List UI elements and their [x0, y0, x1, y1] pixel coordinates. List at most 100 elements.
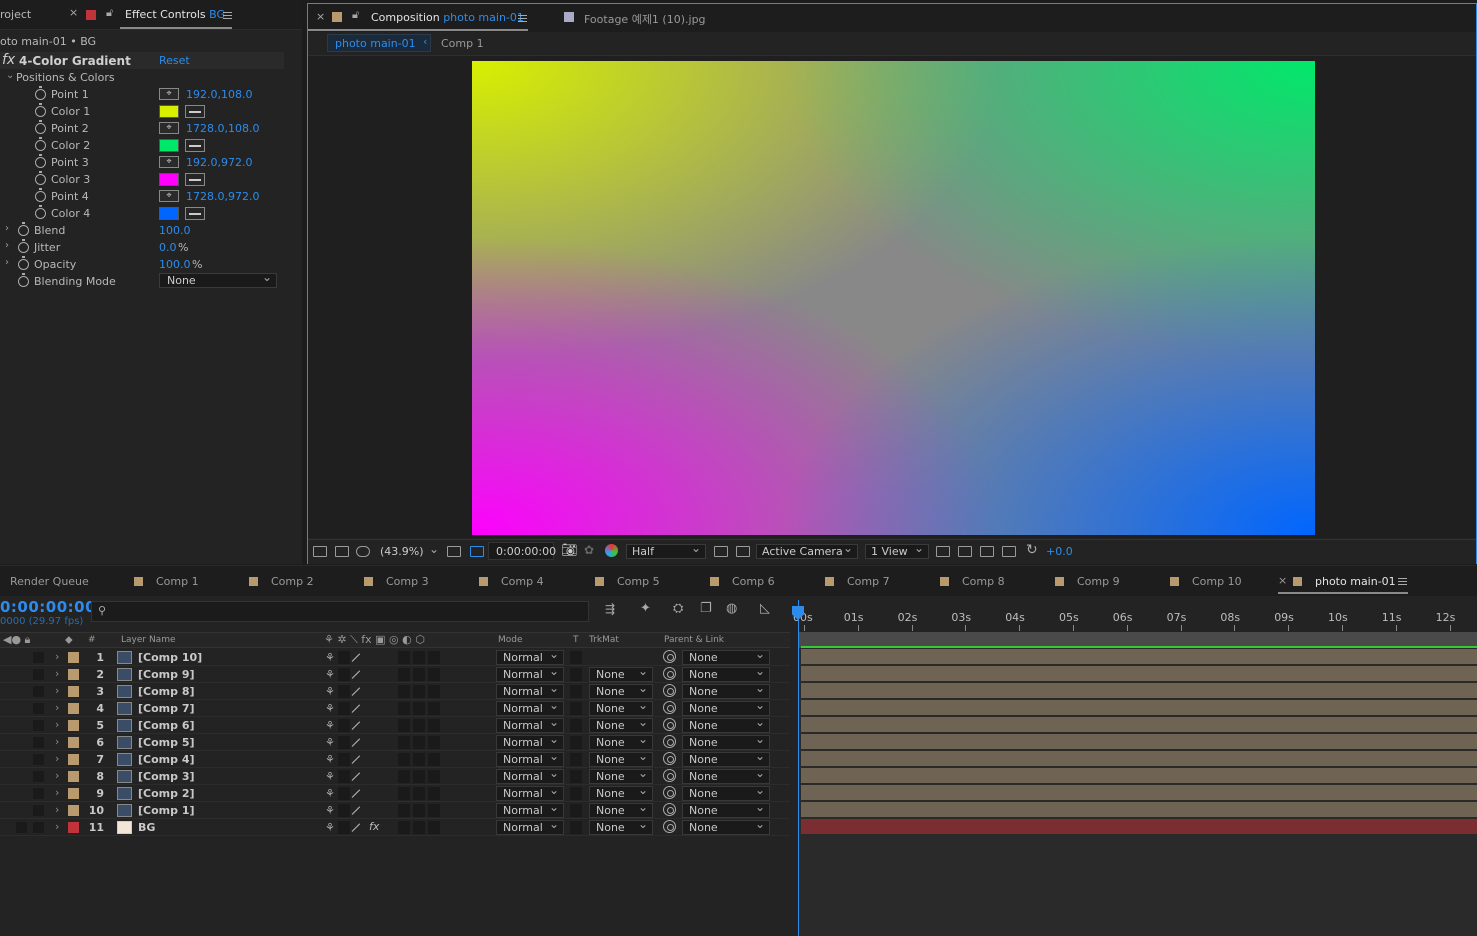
- mode-select[interactable]: Normal: [496, 801, 564, 818]
- crosshair-icon[interactable]: ⌖: [159, 156, 179, 168]
- motion-blur-switch[interactable]: [413, 685, 425, 698]
- comp-viewer[interactable]: [308, 56, 1476, 538]
- crosshair-icon[interactable]: ⌖: [159, 122, 179, 134]
- pickwhip-icon[interactable]: [663, 718, 676, 731]
- label-color[interactable]: [68, 652, 79, 663]
- pickwhip-icon[interactable]: [663, 701, 676, 714]
- playhead-line[interactable]: [798, 600, 799, 936]
- layer-row[interactable]: › 8 [Comp 3] ⚘ Normal None None: [0, 767, 790, 785]
- layer-row[interactable]: › 6 [Comp 5] ⚘ Normal None None: [0, 733, 790, 751]
- frame-blend-switch[interactable]: [398, 804, 410, 817]
- video-toggle[interactable]: [16, 822, 27, 833]
- motion-blur-switch[interactable]: [413, 821, 425, 834]
- chevron-right-icon[interactable]: ›: [55, 667, 59, 680]
- chevron-right-icon[interactable]: ›: [55, 701, 59, 714]
- mode-select[interactable]: Normal: [496, 665, 564, 682]
- layer-row[interactable]: › 5 [Comp 6] ⚘ Normal None None: [0, 716, 790, 734]
- mode-select[interactable]: Normal: [496, 733, 564, 750]
- mode-select[interactable]: Normal: [496, 716, 564, 733]
- camera-snapshot-icon[interactable]: 📷︎: [561, 543, 578, 558]
- close-icon[interactable]: ×: [1278, 574, 1287, 587]
- trkmat-select[interactable]: None: [589, 716, 653, 733]
- label-color[interactable]: [68, 754, 79, 765]
- stopwatch-icon[interactable]: [18, 273, 29, 287]
- chevron-right-icon[interactable]: ›: [55, 650, 59, 663]
- parent-select[interactable]: None: [682, 767, 770, 784]
- layer-duration-bar[interactable]: [801, 802, 1477, 818]
- stopwatch-icon[interactable]: [35, 120, 46, 134]
- zoom-select[interactable]: (43.9%): [380, 545, 424, 558]
- tab-comp[interactable]: Comp 8: [940, 575, 1005, 588]
- solo-toggle[interactable]: [33, 652, 44, 663]
- shy-switch-icon[interactable]: ⚘: [325, 736, 335, 749]
- stopwatch-icon[interactable]: [35, 154, 46, 168]
- fx-icon[interactable]: fx: [2, 52, 15, 68]
- preserve-transparency-toggle[interactable]: [570, 651, 582, 664]
- stopwatch-icon[interactable]: [35, 103, 46, 117]
- quality-switch-icon[interactable]: [351, 772, 361, 781]
- motion-blur-switch[interactable]: [413, 736, 425, 749]
- grid-icon[interactable]: [447, 546, 461, 557]
- solo-toggle[interactable]: [33, 771, 44, 782]
- 3d-switch[interactable]: [428, 770, 440, 783]
- layer-name[interactable]: [Comp 8]: [138, 685, 195, 698]
- switches-icon[interactable]: ⚘ ✲ ⟍ fx ▣ ◎ ◐ ⬡: [324, 633, 425, 647]
- parent-select[interactable]: None: [682, 699, 770, 716]
- motion-blur-switch[interactable]: [413, 753, 425, 766]
- trkmat-select[interactable]: None: [589, 818, 653, 835]
- track-area[interactable]: [798, 632, 1477, 936]
- color-channel-icon[interactable]: [605, 544, 618, 557]
- pickwhip-icon[interactable]: [663, 803, 676, 816]
- tab-comp[interactable]: Comp 4: [479, 575, 544, 588]
- layer-duration-bar[interactable]: [801, 666, 1477, 682]
- point-value[interactable]: 1728.0,108.0: [186, 122, 259, 135]
- motion-blur-switch[interactable]: [413, 719, 425, 732]
- chevron-right-icon[interactable]: ›: [55, 803, 59, 816]
- point-value[interactable]: 1728.0,972.0: [186, 190, 259, 203]
- point-value[interactable]: 192.0,108.0: [186, 88, 252, 101]
- parent-select[interactable]: None: [682, 665, 770, 682]
- layer-row[interactable]: › 2 [Comp 9] ⚘ Normal None None: [0, 665, 790, 683]
- frame-blend-switch[interactable]: [398, 668, 410, 681]
- motion-blur-switch[interactable]: [413, 702, 425, 715]
- sub-tab-active[interactable]: photo main-01: [335, 37, 416, 50]
- quality-switch-icon[interactable]: [351, 687, 361, 696]
- time-ruler[interactable]: 00s 01s 02s 03s 04s 05s 06s 07s 08s 09s 10s 11s 12s: [790, 596, 1477, 632]
- shy-icon[interactable]: ⛭: [673, 601, 683, 616]
- trkmat-select[interactable]: None: [589, 801, 653, 818]
- solo-toggle[interactable]: [33, 669, 44, 680]
- solo-toggle[interactable]: [33, 686, 44, 697]
- layer-duration-bar[interactable]: [801, 700, 1477, 716]
- fx-icon[interactable]: fx: [369, 820, 379, 833]
- pickwhip-icon[interactable]: [663, 735, 676, 748]
- layer-duration-bar[interactable]: [801, 717, 1477, 733]
- motion-blur-switch[interactable]: [413, 770, 425, 783]
- collapse-switch[interactable]: [338, 736, 350, 749]
- tab-comp[interactable]: Comp 2: [249, 575, 314, 588]
- stopwatch-icon[interactable]: [18, 239, 29, 253]
- parent-select[interactable]: None: [682, 716, 770, 733]
- tab-comp[interactable]: Comp 5: [595, 575, 660, 588]
- mode-select[interactable]: Normal: [496, 699, 564, 716]
- parent-select[interactable]: None: [682, 733, 770, 750]
- tab-footage[interactable]: Footage 예제1 (10).jpg: [584, 11, 706, 27]
- collapse-switch[interactable]: [338, 668, 350, 681]
- tab-comp[interactable]: Comp 7: [825, 575, 890, 588]
- preserve-transparency-toggle[interactable]: [570, 719, 582, 732]
- chevron-left-icon[interactable]: ‹: [423, 35, 427, 48]
- trkmat-select[interactable]: None: [589, 750, 653, 767]
- layer-duration-bar[interactable]: [801, 734, 1477, 750]
- views-select[interactable]: 1 View: [865, 542, 929, 559]
- exposure-value[interactable]: +0.0: [1046, 545, 1073, 558]
- stopwatch-icon[interactable]: [35, 205, 46, 219]
- stopwatch-icon[interactable]: [35, 86, 46, 100]
- frame-blend-switch[interactable]: [398, 651, 410, 664]
- layer-row[interactable]: › 11 BG ⚘ fx Normal None None: [0, 818, 790, 836]
- collapse-switch[interactable]: [338, 685, 350, 698]
- parent-select[interactable]: None: [682, 682, 770, 699]
- chevron-right-icon[interactable]: ›: [5, 223, 9, 234]
- trkmat-select[interactable]: None: [589, 665, 653, 682]
- layer-search-input[interactable]: ⚲: [91, 601, 589, 622]
- collapse-switch[interactable]: [338, 753, 350, 766]
- label-color[interactable]: [68, 822, 79, 833]
